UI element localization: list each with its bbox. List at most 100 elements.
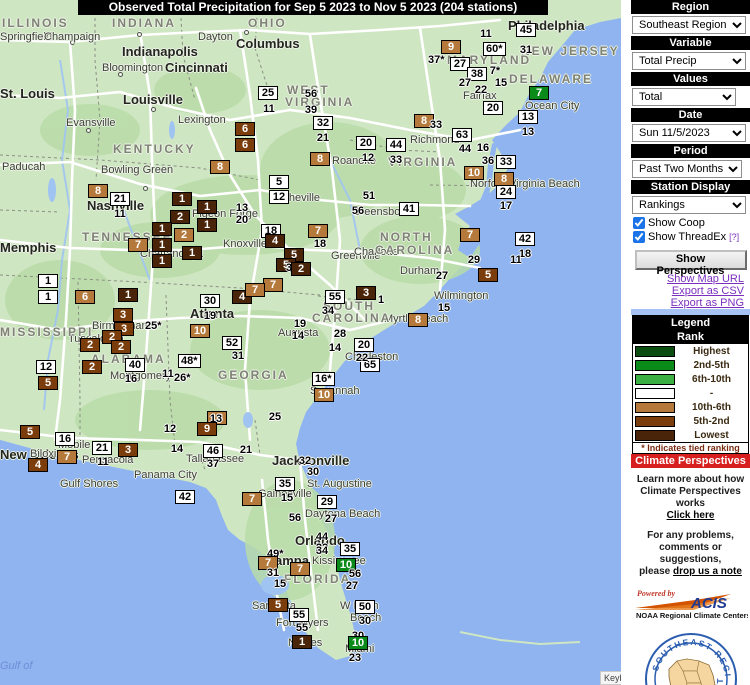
station-marker[interactable]: 15 <box>277 492 297 506</box>
station-marker[interactable]: 41 <box>399 202 419 216</box>
station-marker[interactable]: 1 <box>152 238 172 252</box>
station-marker[interactable]: 6 <box>75 290 95 304</box>
station-marker[interactable]: 18 <box>310 238 330 252</box>
station-marker[interactable]: 1 <box>182 246 202 260</box>
station-marker[interactable]: 7 <box>460 228 480 242</box>
station-marker[interactable]: 19 <box>200 310 220 324</box>
station-marker[interactable]: 20 <box>354 338 374 352</box>
show-perspectives-button[interactable]: Show Perspectives <box>634 250 747 277</box>
station-marker[interactable]: 37 <box>203 458 223 472</box>
station-marker[interactable]: 5 <box>478 268 498 282</box>
station-marker[interactable]: 3 <box>118 443 138 457</box>
station-marker[interactable]: 16 <box>473 142 493 156</box>
station-marker[interactable]: 11 <box>259 103 279 117</box>
station-marker[interactable]: 27 <box>432 270 452 284</box>
station-marker[interactable]: 6 <box>235 122 255 136</box>
station-marker[interactable]: 52 <box>222 336 242 350</box>
keyboard-shortcuts-hint[interactable]: Keyboard short <box>600 671 621 685</box>
station-marker[interactable]: 20 <box>232 214 252 228</box>
station-marker[interactable]: 4 <box>265 234 285 248</box>
station-marker[interactable]: 33 <box>426 119 446 133</box>
station-marker[interactable]: 1 <box>371 294 391 308</box>
station-marker[interactable]: 56 <box>285 512 305 526</box>
station-marker[interactable]: 1 <box>172 192 192 206</box>
station-marker[interactable]: 11 <box>110 208 130 222</box>
station-marker[interactable]: 20 <box>356 136 376 150</box>
show-coop-checkbox[interactable] <box>633 217 645 229</box>
station-marker[interactable]: 30 <box>355 615 375 629</box>
station-marker[interactable]: 1 <box>197 218 217 232</box>
station-marker[interactable]: 55 <box>292 622 312 636</box>
station-marker[interactable]: 26* <box>172 372 193 386</box>
station-marker[interactable]: 56 <box>348 205 368 219</box>
station-marker[interactable]: 20 <box>483 101 503 115</box>
station-marker[interactable]: 33 <box>496 155 516 169</box>
show-coop-row[interactable]: Show Coop <box>631 216 750 230</box>
station-marker[interactable]: 14 <box>167 443 187 457</box>
station-marker[interactable]: 31 <box>516 44 536 58</box>
station-marker[interactable]: 33 <box>386 154 406 168</box>
station-marker[interactable]: 10 <box>314 388 334 402</box>
station-marker[interactable]: 21 <box>110 192 130 206</box>
station-marker[interactable]: 27 <box>321 513 341 527</box>
date-select[interactable]: Sun 11/5/2023 <box>632 124 746 142</box>
station-marker[interactable]: 21 <box>92 441 112 455</box>
station-marker[interactable]: 7 <box>263 278 283 292</box>
station-marker[interactable]: 17 <box>496 200 516 214</box>
station-marker[interactable]: 7 <box>57 450 77 464</box>
station-marker[interactable]: 1 <box>197 200 217 214</box>
station-marker[interactable]: 8 <box>408 313 428 327</box>
station-marker[interactable]: 12 <box>160 423 180 437</box>
station-marker[interactable]: 7 <box>242 492 262 506</box>
threadex-help-link[interactable]: [?] <box>729 232 739 242</box>
station-marker[interactable]: 50 <box>355 600 375 614</box>
station-marker[interactable]: 15 <box>491 77 511 91</box>
station-marker[interactable]: 63 <box>452 128 472 142</box>
show-threadex-checkbox[interactable] <box>633 231 645 243</box>
station-marker[interactable]: 7 <box>245 283 265 297</box>
station-marker[interactable]: 24 <box>496 185 516 199</box>
station-marker[interactable]: 7 <box>290 562 310 576</box>
station-marker[interactable]: 3 <box>113 308 133 322</box>
period-select[interactable]: Past Two Months <box>632 160 742 178</box>
station-marker[interactable]: 35 <box>340 542 360 556</box>
station-marker[interactable]: 6 <box>235 138 255 152</box>
station-marker[interactable]: 1 <box>152 254 172 268</box>
station-marker[interactable]: 7 <box>128 238 148 252</box>
station-marker[interactable]: 25 <box>265 411 285 425</box>
station-marker[interactable]: 12 <box>36 360 56 374</box>
variable-select[interactable]: Total Precip <box>632 52 746 70</box>
station-marker[interactable]: 44 <box>386 138 406 152</box>
station-marker[interactable]: 12 <box>358 152 378 166</box>
station-marker[interactable]: 46 <box>203 444 223 458</box>
station-marker[interactable]: 34 <box>318 305 338 319</box>
export-as-csv-link[interactable]: Export as CSV <box>631 285 750 297</box>
station-marker[interactable]: 35 <box>275 477 295 491</box>
station-marker[interactable]: 15 <box>434 302 454 316</box>
station-display-select[interactable]: Rankings <box>632 196 746 214</box>
station-marker[interactable]: 12 <box>269 190 289 204</box>
station-marker[interactable]: 42 <box>515 232 535 246</box>
station-marker[interactable]: 13 <box>518 110 538 124</box>
station-marker[interactable]: 1 <box>38 290 58 304</box>
station-marker[interactable]: 4 <box>28 458 48 472</box>
station-marker[interactable]: 1 <box>152 222 172 236</box>
station-marker[interactable]: 2 <box>291 262 311 276</box>
station-marker[interactable]: 1 <box>292 635 312 649</box>
station-marker[interactable]: 1 <box>118 288 138 302</box>
station-marker[interactable]: 42 <box>175 490 195 504</box>
station-marker[interactable]: 21 <box>236 444 256 458</box>
station-marker[interactable]: 29 <box>317 495 337 509</box>
station-marker[interactable]: 1 <box>38 274 58 288</box>
station-marker[interactable]: 32 <box>313 116 333 130</box>
station-marker[interactable]: 16 <box>55 432 75 446</box>
station-marker[interactable]: 9 <box>197 422 217 436</box>
station-marker[interactable]: 55 <box>325 290 345 304</box>
station-marker[interactable]: 2 <box>80 338 100 352</box>
station-marker[interactable]: 8 <box>88 184 108 198</box>
show-map-url-link[interactable]: Show Map URL <box>631 273 750 285</box>
click-here-link[interactable]: Click here <box>667 510 715 521</box>
station-marker[interactable]: 11 <box>93 456 113 470</box>
station-marker[interactable]: 55 <box>289 608 309 622</box>
station-marker[interactable]: 5 <box>269 175 289 189</box>
